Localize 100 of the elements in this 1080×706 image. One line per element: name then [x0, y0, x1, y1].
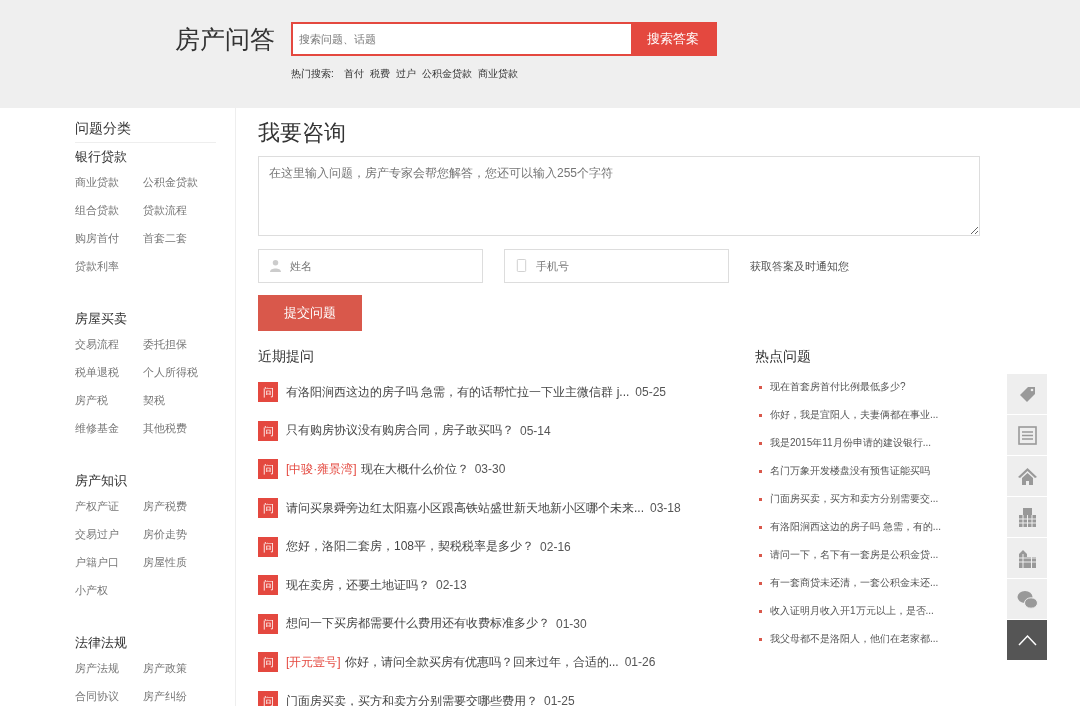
section-title: 近期提问	[258, 347, 315, 366]
question-link[interactable]: 收入证明月收入开1万元以上，是否...	[770, 604, 934, 618]
phone-field[interactable]: 手机号	[504, 249, 729, 283]
question-link[interactable]: 我父母都不是洛阳人，他们在老家都...	[770, 632, 939, 646]
question-field[interactable]: 在这里输入问题，房产专家会帮您解答，您还可以输入255个字符	[258, 156, 980, 236]
question-badge: 问	[258, 536, 278, 557]
hot-search-link[interactable]: 税费	[369, 67, 390, 81]
question-badge: 问	[258, 691, 278, 706]
house-icon	[1016, 465, 1038, 487]
list-icon	[1016, 424, 1038, 446]
category-link[interactable]: 委托担保	[143, 330, 213, 358]
category-heading: 法律法规	[75, 634, 128, 652]
question-badge: 问	[258, 652, 278, 673]
hot-search-label: 热门搜索:	[291, 67, 334, 81]
phone-icon	[516, 259, 527, 272]
category-link[interactable]: 其他税费	[143, 414, 213, 442]
category-link[interactable]: 契税	[143, 386, 213, 414]
question-link[interactable]: 我是2015年11月份申请的建设银行...	[770, 436, 931, 450]
question-link[interactable]: 有洛阳涧西这边的房子吗 急需，有的话帮忙拉一下业主微信群 j...	[286, 383, 630, 401]
sidebar-tool-button[interactable]	[1007, 579, 1047, 619]
bullet-icon	[759, 525, 762, 529]
bullet-icon	[759, 441, 762, 445]
category-link[interactable]: 产权产证	[75, 492, 143, 520]
hot-search-link[interactable]: 商业贷款	[477, 67, 518, 81]
category-link[interactable]: 税单退税	[75, 358, 143, 386]
sidebar-tool-button[interactable]	[1007, 497, 1047, 537]
bullet-icon	[759, 609, 762, 613]
hot-search-link[interactable]: 过户	[395, 67, 416, 81]
question-link[interactable]: 只有购房协议没有购房合同，房子敢买吗？	[286, 422, 514, 440]
question-link[interactable]: 现在卖房，还要土地证吗？	[286, 576, 430, 594]
sidebar-tool-button[interactable]	[1007, 538, 1047, 578]
category-link[interactable]: 房价走势	[143, 520, 213, 548]
sidebar-title: 问题分类	[75, 118, 216, 143]
question-link[interactable]: 门面房买卖，买方和卖方分别需要交哪些费用？	[286, 692, 538, 706]
category-link[interactable]: 首套二套	[143, 224, 213, 252]
category-heading: 银行贷款	[75, 148, 128, 166]
question-link[interactable]: 名门万象开发楼盘没有预售证能买吗	[770, 464, 930, 478]
question-badge: 问	[258, 420, 278, 441]
date-label: 01-25	[544, 694, 575, 706]
sidebar-tool-button[interactable]	[1007, 415, 1047, 455]
question-link[interactable]: 请问买泉舜旁边红太阳嘉小区跟高铁站盛世新天地新小区哪个未来...	[286, 499, 644, 517]
question-link[interactable]: 门面房买卖，买方和卖方分别需要交...	[770, 492, 939, 506]
question-link[interactable]: 你好，请问全款买房有优惠吗？回来过年，合适的...	[344, 653, 619, 671]
back-to-top-button[interactable]	[1007, 620, 1047, 660]
date-label: 03-30	[474, 462, 506, 477]
date-label: 01-30	[556, 616, 587, 631]
question-badge: 问	[258, 498, 278, 519]
category-link[interactable]: 小产权	[75, 576, 143, 604]
notice-text: 获取答案及时通知您	[750, 258, 849, 274]
category-link[interactable]: 房产政策	[143, 654, 213, 682]
date-label: 05-25	[635, 385, 667, 400]
question-link[interactable]: 现在首套房首付比例最低多少?	[770, 380, 906, 394]
question-link[interactable]: 你好，我是宜阳人，夫妻俩都在事业...	[770, 408, 939, 422]
category-link[interactable]: 维修基金	[75, 414, 143, 442]
bullet-icon	[759, 497, 762, 501]
category-link[interactable]: 房屋性质	[143, 548, 213, 576]
category-link[interactable]: 房产法规	[75, 654, 143, 682]
category-link[interactable]: 公积金贷款	[143, 168, 213, 196]
category-link[interactable]: 房产税	[75, 386, 143, 414]
question-link[interactable]: 请问一下，名下有一套房是公积金贷...	[770, 548, 939, 562]
category-link[interactable]: 交易过户	[75, 520, 143, 548]
hot-search-link[interactable]: 首付	[343, 67, 364, 81]
question-badge: 问	[258, 459, 278, 480]
bullet-icon	[759, 413, 762, 417]
category-link[interactable]: 贷款利率	[75, 252, 143, 280]
bullet-icon	[759, 385, 762, 389]
category-link[interactable]: 房产纠纷	[143, 682, 213, 706]
buildings-icon	[1016, 547, 1038, 569]
project-tag-link[interactable]: [开元壹号]	[286, 653, 341, 671]
date-label: 05-14	[520, 423, 551, 438]
category-link[interactable]: 交易流程	[75, 330, 143, 358]
chat-icon	[1016, 588, 1038, 610]
category-link[interactable]: 商业贷款	[75, 168, 143, 196]
category-link[interactable]: 户籍户口	[75, 548, 143, 576]
bullet-icon	[759, 469, 762, 473]
bullet-icon	[759, 637, 762, 641]
question-link[interactable]: 现在大概什么价位？	[360, 461, 469, 478]
question-badge: 问	[258, 382, 278, 403]
category-link[interactable]: 购房首付	[75, 224, 143, 252]
project-tag-link[interactable]: [中骏·雍景湾]	[286, 461, 357, 478]
bullet-icon	[759, 581, 762, 585]
submit-button[interactable]: 提交问题	[258, 295, 362, 331]
category-link[interactable]: 贷款流程	[143, 196, 213, 224]
question-link[interactable]: 想问一下买房都需要什么费用还有收费标准多少？	[286, 615, 550, 633]
hot-search-link[interactable]: 公积金贷款	[421, 67, 472, 81]
category-link[interactable]: 组合贷款	[75, 196, 143, 224]
category-heading: 房产知识	[75, 472, 128, 490]
question-link[interactable]: 有一套商贷未还清，一套公积金未还...	[770, 576, 939, 590]
name-field[interactable]: 姓名	[258, 249, 483, 283]
section-title: 我要咨询	[258, 119, 347, 147]
section-title: 热点问题	[755, 347, 812, 366]
question-link[interactable]: 有洛阳涧西这边的房子吗 急需，有的...	[770, 520, 942, 534]
category-link[interactable]: 个人所得税	[143, 358, 213, 386]
category-link[interactable]: 房产税费	[143, 492, 213, 520]
category-heading: 房屋买卖	[75, 310, 128, 328]
question-link[interactable]: 您好，洛阳二套房，108平，契税税率是多少？	[286, 538, 535, 556]
sidebar-tool-button[interactable]	[1007, 456, 1047, 496]
category-link[interactable]: 合同协议	[75, 682, 143, 706]
sidebar-tool-button[interactable]	[1007, 374, 1047, 414]
person-icon	[270, 259, 281, 272]
